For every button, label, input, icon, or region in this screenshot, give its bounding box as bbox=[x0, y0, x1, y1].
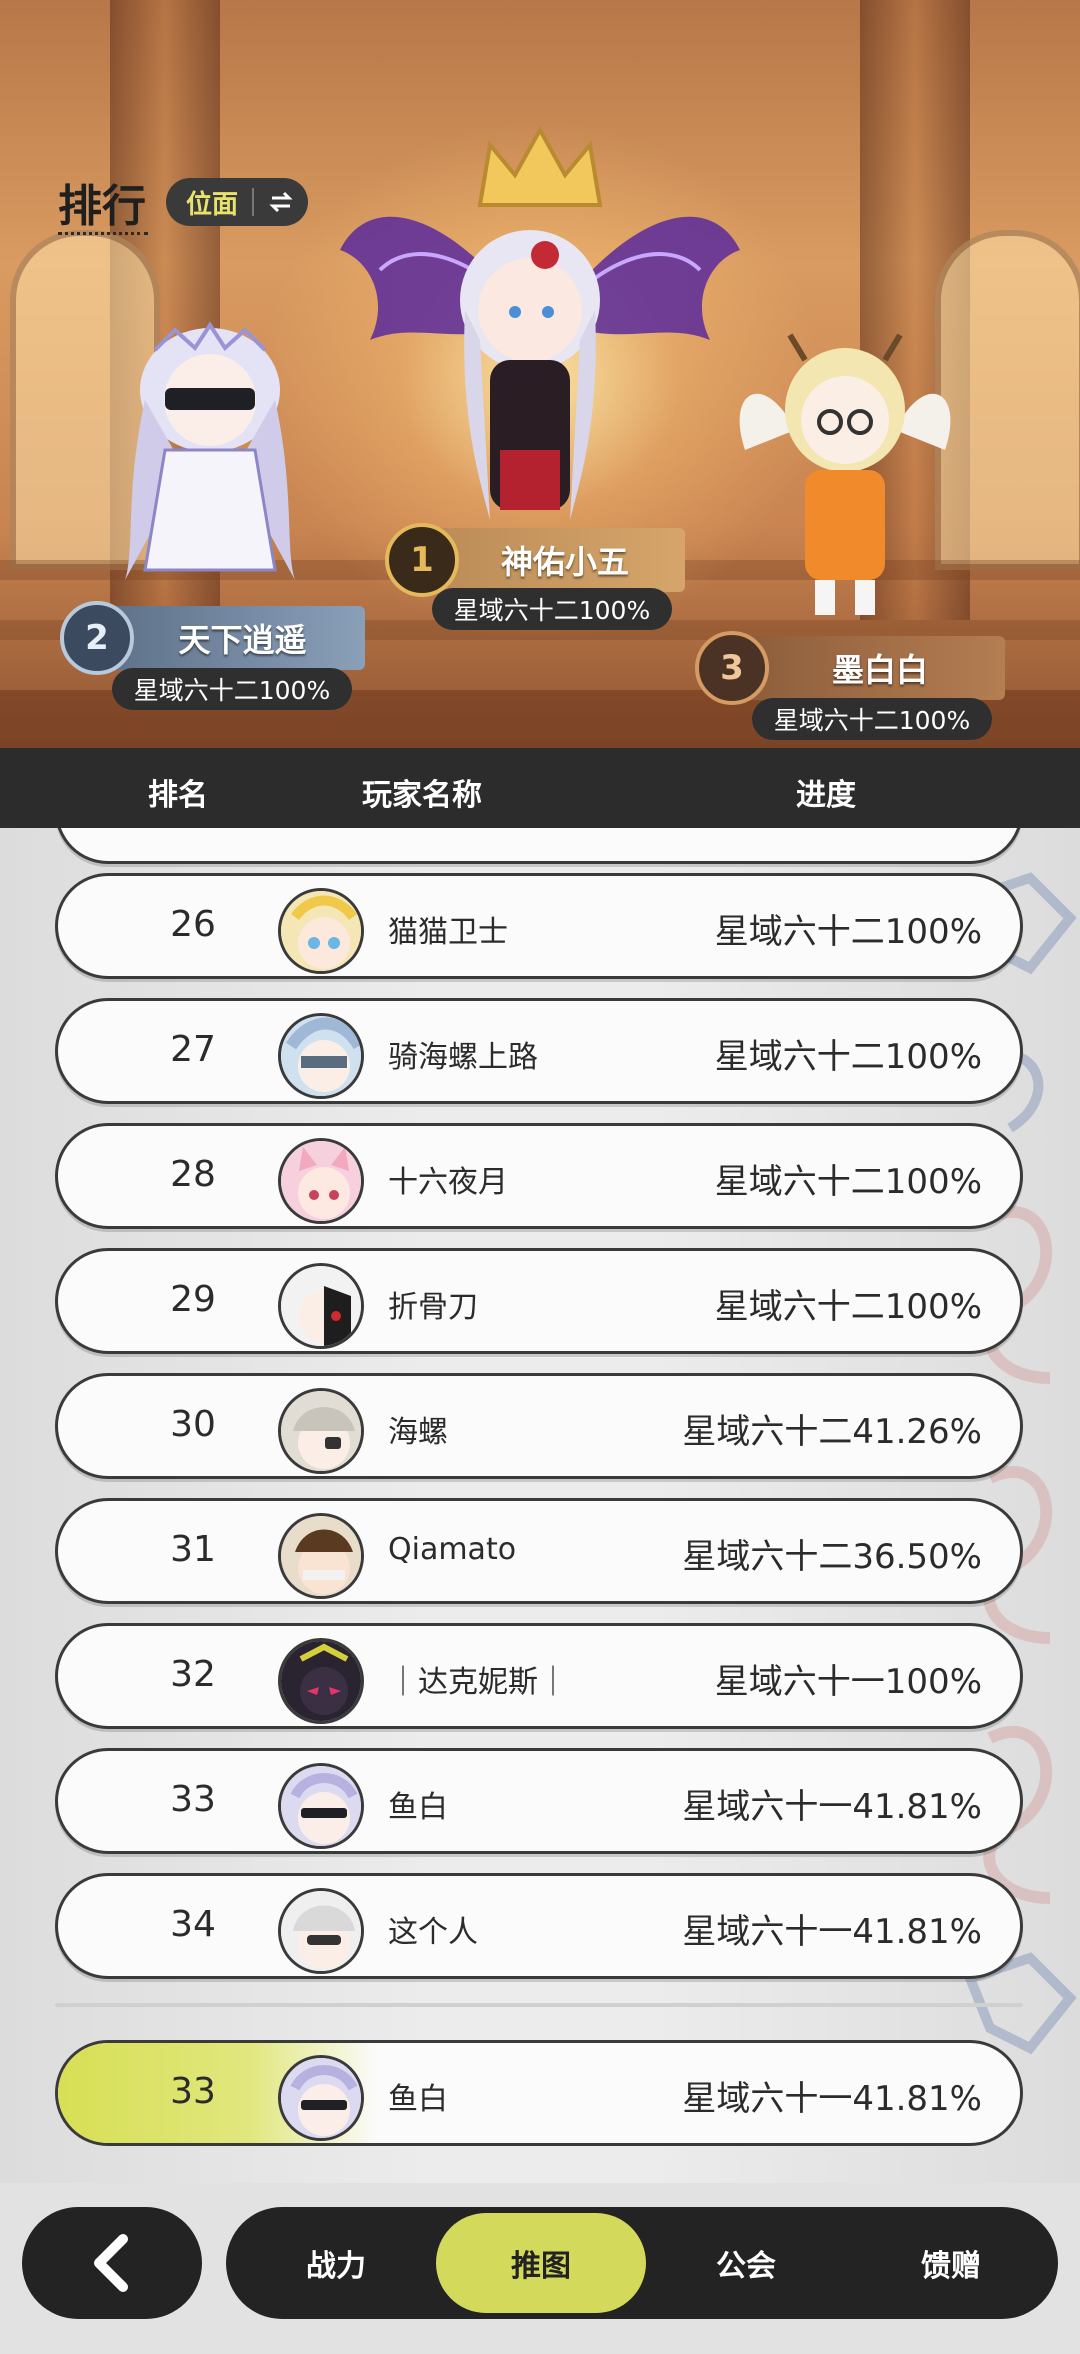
my-player-name: 鱼白 bbox=[388, 2082, 448, 2117]
my-rank: 33 bbox=[170, 2071, 216, 2112]
row-rank: 29 bbox=[170, 1279, 216, 1320]
ranking-list[interactable]: 26 猫猫卫士 星域六十二100% 27 骑海螺上路 星域六十二100% 28 … bbox=[0, 828, 1080, 2183]
row-progress: 星域六十二100% bbox=[714, 1162, 982, 1202]
list-item[interactable]: 32 ｜达克妮斯｜ 星域六十一100% bbox=[55, 1623, 1023, 1729]
avatar[interactable] bbox=[278, 2055, 364, 2141]
avatar[interactable] bbox=[278, 1138, 364, 1224]
title-underline bbox=[58, 232, 148, 235]
swap-arrows-icon bbox=[269, 191, 293, 213]
column-rank: 排名 bbox=[148, 778, 208, 813]
row-rank: 34 bbox=[170, 1904, 216, 1945]
row-rank: 32 bbox=[170, 1654, 216, 1695]
tab-bar: 战力 推图 公会 馈赠 bbox=[226, 2207, 1058, 2319]
row-progress: 星域六十一100% bbox=[714, 1662, 982, 1702]
rank-2-progress: 星域六十二100% bbox=[112, 668, 352, 710]
avatar[interactable] bbox=[278, 1763, 364, 1849]
avatar[interactable] bbox=[278, 1388, 364, 1474]
row-player-name: Qiamato bbox=[388, 1532, 517, 1567]
avatar[interactable] bbox=[278, 1638, 364, 1724]
switch-label: 位面 bbox=[186, 189, 239, 220]
list-item[interactable]: 29 折骨刀 星域六十二100% bbox=[55, 1248, 1023, 1354]
row-rank: 31 bbox=[170, 1529, 216, 1570]
row-player-name: 十六夜月 bbox=[388, 1165, 508, 1200]
row-rank: 26 bbox=[170, 904, 216, 945]
rank-3-nameplate[interactable]: 3 墨白白 bbox=[695, 631, 1005, 705]
tab-progress[interactable]: 推图 bbox=[436, 2213, 646, 2313]
row-progress: 星域六十二100% bbox=[714, 1037, 982, 1077]
avatar[interactable] bbox=[278, 1013, 364, 1099]
list-item[interactable]: 28 十六夜月 星域六十二100% bbox=[55, 1123, 1023, 1229]
tab-guild[interactable]: 公会 bbox=[666, 2207, 826, 2319]
column-player: 玩家名称 bbox=[362, 778, 482, 813]
row-progress: 星域六十二100% bbox=[714, 1287, 982, 1327]
list-item[interactable]: 26 猫猫卫士 星域六十二100% bbox=[55, 873, 1023, 979]
rank-3-progress: 星域六十二100% bbox=[752, 698, 992, 740]
row-player-name: 折骨刀 bbox=[388, 1290, 478, 1325]
row-rank: 27 bbox=[170, 1029, 216, 1070]
back-arrow-icon bbox=[94, 2234, 128, 2292]
background-window bbox=[935, 230, 1080, 570]
row-progress: 星域六十一41.81% bbox=[682, 1912, 982, 1952]
dimension-switch-button[interactable]: 位面 bbox=[166, 178, 309, 226]
tab-gift[interactable]: 馈赠 bbox=[866, 2207, 1036, 2319]
list-item[interactable]: 33 鱼白 星域六十一41.81% bbox=[55, 1748, 1023, 1854]
list-item[interactable] bbox=[55, 828, 1023, 864]
row-player-name: 鱼白 bbox=[388, 1790, 448, 1825]
row-player-name: ｜达克妮斯｜ bbox=[388, 1665, 568, 1700]
page-title: 排行 bbox=[58, 181, 146, 232]
row-player-name: 这个人 bbox=[388, 1915, 478, 1950]
ranking-hero: 排行 位面 1 神佑小五 星域六十二100% 2 天下逍遥 星域六十二100% … bbox=[0, 0, 1080, 748]
avatar[interactable] bbox=[278, 1263, 364, 1349]
rank-2-character[interactable] bbox=[95, 320, 325, 590]
row-rank: 33 bbox=[170, 1779, 216, 1820]
bottom-bar: 战力 推图 公会 馈赠 bbox=[0, 2183, 1080, 2354]
my-rank-row[interactable]: 33 鱼白 星域六十一41.81% bbox=[55, 2040, 1023, 2146]
rank-3-character[interactable] bbox=[735, 330, 955, 620]
row-progress: 星域六十二41.26% bbox=[682, 1412, 982, 1452]
row-progress: 星域六十二36.50% bbox=[682, 1537, 982, 1577]
row-rank: 30 bbox=[170, 1404, 216, 1445]
rank-2-medal: 2 bbox=[60, 601, 134, 675]
table-header: 排名 玩家名称 进度 bbox=[0, 748, 1080, 828]
avatar[interactable] bbox=[278, 1888, 364, 1974]
rank-2-nameplate[interactable]: 2 天下逍遥 bbox=[60, 601, 365, 675]
row-rank: 28 bbox=[170, 1154, 216, 1195]
list-divider bbox=[55, 2003, 1023, 2007]
my-progress: 星域六十一41.81% bbox=[682, 2079, 982, 2119]
row-progress: 星域六十二100% bbox=[714, 912, 982, 952]
list-item[interactable]: 27 骑海螺上路 星域六十二100% bbox=[55, 998, 1023, 1104]
rank-1-character[interactable] bbox=[420, 220, 640, 550]
column-progress: 进度 bbox=[796, 778, 856, 813]
avatar[interactable] bbox=[278, 888, 364, 974]
avatar[interactable] bbox=[278, 1513, 364, 1599]
list-item[interactable]: 30 海螺 星域六十二41.26% bbox=[55, 1373, 1023, 1479]
switch-divider bbox=[252, 188, 255, 216]
rank-1-progress: 星域六十二100% bbox=[432, 588, 672, 630]
rank-1-nameplate[interactable]: 1 神佑小五 bbox=[385, 523, 685, 597]
rank-1-medal: 1 bbox=[385, 523, 459, 597]
back-button[interactable] bbox=[22, 2207, 202, 2319]
row-progress: 星域六十一41.81% bbox=[682, 1787, 982, 1827]
row-player-name: 猫猫卫士 bbox=[388, 915, 508, 950]
tab-power[interactable]: 战力 bbox=[256, 2207, 416, 2319]
rank-3-medal: 3 bbox=[695, 631, 769, 705]
list-item[interactable]: 31 Qiamato 星域六十二36.50% bbox=[55, 1498, 1023, 1604]
row-player-name: 海螺 bbox=[388, 1415, 448, 1450]
row-player-name: 骑海螺上路 bbox=[388, 1040, 538, 1075]
list-item[interactable]: 34 这个人 星域六十一41.81% bbox=[55, 1873, 1023, 1979]
